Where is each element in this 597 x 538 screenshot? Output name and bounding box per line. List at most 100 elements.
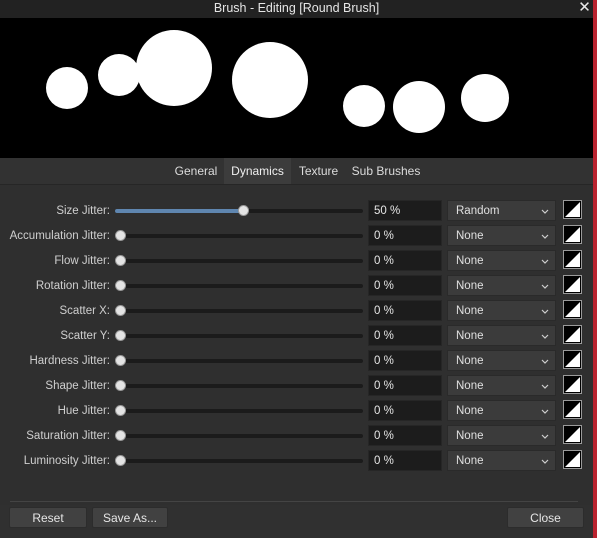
pressure-curve-icon[interactable]: [563, 375, 582, 394]
chevron-down-icon: [541, 259, 549, 264]
accumulation-jitter-value-field[interactable]: 0 %: [368, 225, 442, 246]
luminosity-jitter-label: Luminosity Jitter:: [23, 455, 110, 467]
tab-general[interactable]: General: [169, 158, 223, 184]
slider-thumb[interactable]: [115, 405, 126, 416]
hue-jitter-controller-dropdown[interactable]: None: [447, 400, 556, 421]
dropdown-value: None: [456, 330, 484, 342]
close-button[interactable]: Close: [507, 507, 584, 528]
pressure-curve-icon[interactable]: [563, 350, 582, 369]
brush-dab: [461, 74, 509, 122]
accumulation-jitter-slider[interactable]: [115, 230, 363, 242]
slider-thumb[interactable]: [115, 305, 126, 316]
scatter-y-controller-dropdown[interactable]: None: [447, 325, 556, 346]
close-icon[interactable]: ✕: [576, 0, 593, 18]
window-edge: [593, 0, 597, 538]
slider-thumb[interactable]: [115, 330, 126, 341]
dynamics-row: Flow Jitter: 0 % None: [0, 250, 593, 272]
brush-stroke-preview: [0, 18, 593, 158]
pressure-curve-icon[interactable]: [563, 250, 582, 269]
dropdown-value: None: [456, 255, 484, 267]
slider-thumb[interactable]: [115, 255, 126, 266]
size-jitter-label: Size Jitter:: [56, 205, 110, 217]
dropdown-value: None: [456, 405, 484, 417]
accumulation-jitter-controller-dropdown[interactable]: None: [447, 225, 556, 246]
luminosity-jitter-slider[interactable]: [115, 455, 363, 467]
slider-track: [115, 309, 363, 313]
scatter-x-value-field[interactable]: 0 %: [368, 300, 442, 321]
hardness-jitter-controller-dropdown[interactable]: None: [447, 350, 556, 371]
pressure-curve-icon[interactable]: [563, 300, 582, 319]
dropdown-value: None: [456, 230, 484, 242]
tab-texture[interactable]: Texture: [293, 158, 344, 184]
chevron-down-icon: [541, 459, 549, 464]
rotation-jitter-value-field[interactable]: 0 %: [368, 275, 442, 296]
pressure-curve-icon[interactable]: [563, 425, 582, 444]
luminosity-jitter-value-field[interactable]: 0 %: [368, 450, 442, 471]
hue-jitter-slider[interactable]: [115, 405, 363, 417]
size-jitter-value-field[interactable]: 50 %: [368, 200, 442, 221]
saturation-jitter-value-field[interactable]: 0 %: [368, 425, 442, 446]
hue-jitter-value-field[interactable]: 0 %: [368, 400, 442, 421]
pressure-curve-icon[interactable]: [563, 200, 582, 219]
pressure-curve-icon[interactable]: [563, 225, 582, 244]
scatter-y-value-field[interactable]: 0 %: [368, 325, 442, 346]
slider-fill: [115, 209, 243, 213]
dynamics-row: Rotation Jitter: 0 % None: [0, 275, 593, 297]
flow-jitter-value-field[interactable]: 0 %: [368, 250, 442, 271]
dynamics-row: Hue Jitter: 0 % None: [0, 400, 593, 422]
hardness-jitter-label: Hardness Jitter:: [29, 355, 110, 367]
rotation-jitter-slider[interactable]: [115, 280, 363, 292]
size-jitter-controller-dropdown[interactable]: Random: [447, 200, 556, 221]
rotation-jitter-label: Rotation Jitter:: [35, 280, 110, 292]
shape-jitter-value-field[interactable]: 0 %: [368, 375, 442, 396]
brush-dab: [98, 54, 140, 96]
pressure-curve-icon[interactable]: [563, 325, 582, 344]
flow-jitter-controller-dropdown[interactable]: None: [447, 250, 556, 271]
size-jitter-slider[interactable]: [115, 205, 363, 217]
accumulation-jitter-label: Accumulation Jitter:: [9, 230, 110, 242]
slider-track: [115, 459, 363, 463]
reset-button[interactable]: Reset: [9, 507, 87, 528]
hardness-jitter-slider[interactable]: [115, 355, 363, 367]
brush-dab: [46, 67, 88, 109]
dynamics-row: Accumulation Jitter: 0 % None: [0, 225, 593, 247]
scatter-x-slider[interactable]: [115, 305, 363, 317]
rotation-jitter-controller-dropdown[interactable]: None: [447, 275, 556, 296]
slider-track: [115, 409, 363, 413]
slider-track: [115, 359, 363, 363]
flow-jitter-label: Flow Jitter:: [54, 255, 110, 267]
slider-thumb[interactable]: [115, 230, 126, 241]
slider-track: [115, 384, 363, 388]
shape-jitter-controller-dropdown[interactable]: None: [447, 375, 556, 396]
save-as-button[interactable]: Save As...: [92, 507, 168, 528]
scatter-x-label: Scatter X:: [59, 305, 111, 317]
dynamics-row: Scatter X: 0 % None: [0, 300, 593, 322]
slider-thumb[interactable]: [115, 380, 126, 391]
pressure-curve-icon[interactable]: [563, 275, 582, 294]
dynamics-row: Size Jitter: 50 % Random: [0, 200, 593, 222]
tab-sub-brushes[interactable]: Sub Brushes: [348, 158, 424, 184]
chevron-down-icon: [541, 384, 549, 389]
chevron-down-icon: [541, 434, 549, 439]
window-title: Brush - Editing [Round Brush]: [213, 1, 380, 15]
flow-jitter-slider[interactable]: [115, 255, 363, 267]
scatter-y-slider[interactable]: [115, 330, 363, 342]
saturation-jitter-slider[interactable]: [115, 430, 363, 442]
pressure-curve-icon[interactable]: [563, 400, 582, 419]
slider-thumb[interactable]: [115, 430, 126, 441]
luminosity-jitter-controller-dropdown[interactable]: None: [447, 450, 556, 471]
pressure-curve-icon[interactable]: [563, 450, 582, 469]
hardness-jitter-value-field[interactable]: 0 %: [368, 350, 442, 371]
slider-thumb[interactable]: [115, 355, 126, 366]
slider-thumb[interactable]: [115, 455, 126, 466]
saturation-jitter-label: Saturation Jitter:: [26, 430, 110, 442]
shape-jitter-slider[interactable]: [115, 380, 363, 392]
slider-thumb[interactable]: [238, 205, 249, 216]
scatter-x-controller-dropdown[interactable]: None: [447, 300, 556, 321]
dropdown-value: None: [456, 430, 484, 442]
slider-thumb[interactable]: [115, 280, 126, 291]
tab-dynamics[interactable]: Dynamics: [224, 158, 291, 184]
saturation-jitter-controller-dropdown[interactable]: None: [447, 425, 556, 446]
dropdown-value: None: [456, 305, 484, 317]
shape-jitter-label: Shape Jitter:: [45, 380, 110, 392]
